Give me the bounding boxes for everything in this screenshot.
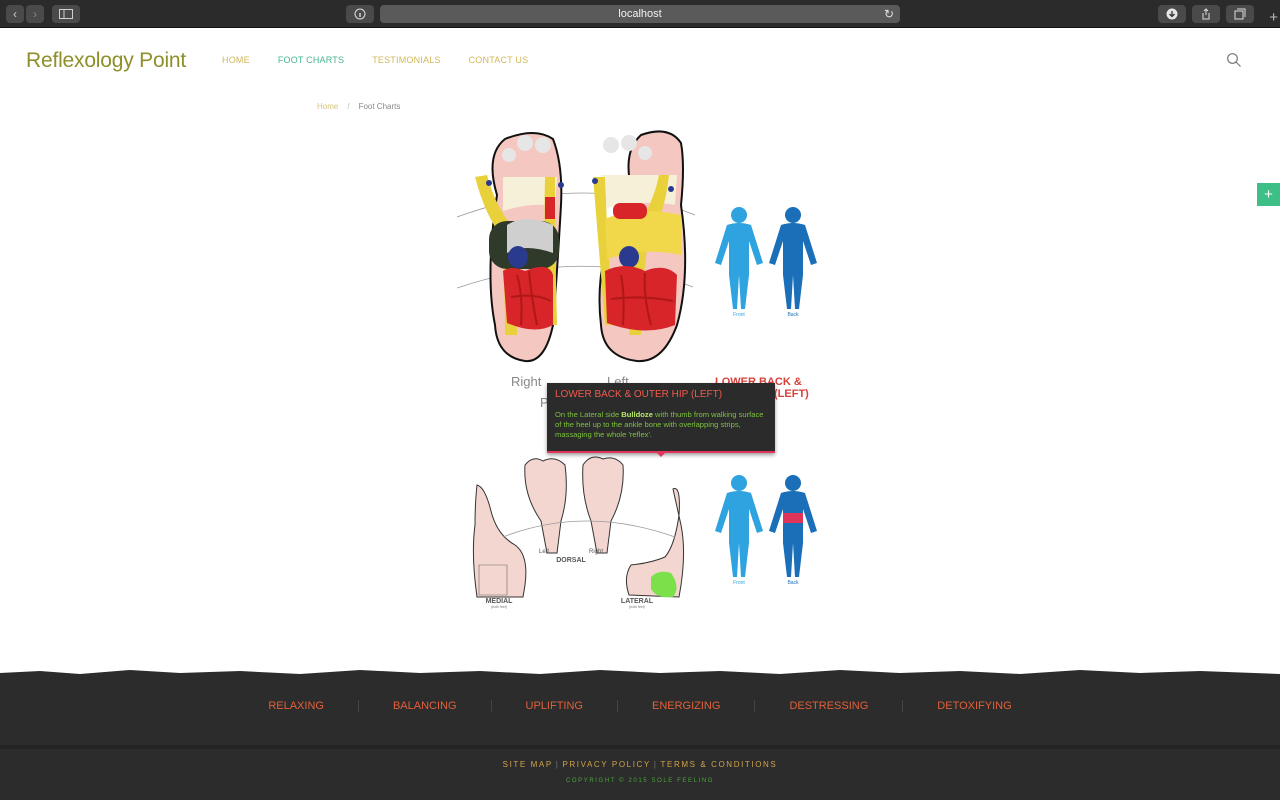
breadcrumb-separator: / xyxy=(347,102,350,111)
back-button[interactable]: ‹ xyxy=(6,5,24,23)
side-plus-button[interactable]: + xyxy=(1257,183,1280,206)
nav-foot-charts[interactable]: FOOT CHARTS xyxy=(278,55,344,65)
lower-back-highlight xyxy=(783,513,803,523)
tabs-button[interactable] xyxy=(1226,5,1254,23)
footer-cat-uplifting[interactable]: UPLIFTING xyxy=(492,700,618,712)
nav-contact-us[interactable]: CONTACT US xyxy=(469,55,529,65)
dorsal-label: DORSAL xyxy=(556,557,586,564)
footer-cat-detoxifying[interactable]: DETOXIFYING xyxy=(903,700,1045,712)
browser-toolbar: ‹ › localhost ↻ + xyxy=(0,0,1280,28)
medial-foot[interactable] xyxy=(472,484,527,598)
footer-cat-balancing[interactable]: BALANCING xyxy=(359,700,492,712)
search-icon[interactable] xyxy=(1226,52,1242,68)
footer-link-separator: | xyxy=(555,760,560,769)
breadcrumb-home[interactable]: Home xyxy=(317,102,338,111)
tooltip-arrow xyxy=(656,452,666,457)
address-text: localhost xyxy=(618,8,662,20)
foot-chart: Front Back Right Left P LOWER BACK & (LE… xyxy=(456,130,817,609)
share-button[interactable] xyxy=(1192,5,1220,23)
figure-front-label: Front xyxy=(733,580,745,586)
footer-link-site-map[interactable]: SITE MAP xyxy=(503,760,553,769)
sole-right-label: Right xyxy=(511,374,542,389)
body-figure-back-top xyxy=(769,207,817,309)
tabs-icon xyxy=(1234,8,1246,20)
nav-testimonials[interactable]: TESTIMONIALS xyxy=(372,55,440,65)
lateral-label: LATERAL xyxy=(621,598,654,605)
figure-back-label: Back xyxy=(787,580,799,586)
guide-arc xyxy=(502,520,676,538)
medial-sub-label: (both feet) xyxy=(491,605,507,609)
tooltip-body-start: On the Lateral side xyxy=(555,410,622,419)
tooltip-body: On the Lateral side Bulldoze with thumb … xyxy=(555,410,769,440)
breadcrumb-current: Foot Charts xyxy=(358,102,401,111)
footer-cat-energizing[interactable]: ENERGIZING xyxy=(618,700,756,712)
footer-cat-destressing[interactable]: DESTRESSING xyxy=(755,700,904,712)
lateral-foot[interactable] xyxy=(625,488,685,598)
left-sole[interactable] xyxy=(592,130,687,363)
new-tab-icon[interactable]: + xyxy=(1269,10,1278,25)
copyright: COPYRIGHT © 2015 SOLE FEELING xyxy=(565,778,715,784)
nav-home[interactable]: HOME xyxy=(222,55,250,65)
body-figure-back-bottom xyxy=(769,475,817,577)
main-nav: HOME FOOT CHARTS TESTIMONIALS CONTACT US xyxy=(222,55,556,65)
dorsal-right-label: Right xyxy=(589,549,603,555)
plus-icon: + xyxy=(1264,186,1273,203)
footer-link-privacy[interactable]: PRIVACY POLICY xyxy=(562,760,650,769)
sidebar-toggle-button[interactable] xyxy=(52,5,80,23)
sidebar-icon xyxy=(59,9,73,19)
dorsal-left-label: Left xyxy=(539,549,549,555)
breadcrumb: Home / Foot Charts xyxy=(317,102,400,111)
dorsal-right-foot[interactable] xyxy=(582,456,624,554)
dorsal-left-foot[interactable] xyxy=(524,458,567,554)
downloads-button[interactable] xyxy=(1158,5,1186,23)
footer-link-separator: | xyxy=(653,760,658,769)
lateral-sub-label: (both feet) xyxy=(629,605,645,609)
body-figure-front-bottom xyxy=(715,475,763,577)
address-bar[interactable]: localhost ↻ xyxy=(380,5,900,23)
figure-back-label: Back xyxy=(787,312,799,318)
footer-divider xyxy=(0,745,1280,749)
figure-front-label: Front xyxy=(733,312,745,318)
tooltip-title: LOWER BACK & OUTER HIP (LEFT) xyxy=(555,389,723,400)
body-figure-front-top xyxy=(715,207,763,309)
site-logo[interactable]: Reflexology Point xyxy=(26,49,186,73)
footer-links: SITE MAP | PRIVACY POLICY | TERMS & CONDITIO… xyxy=(0,760,1280,769)
info-icon xyxy=(354,8,366,20)
share-icon xyxy=(1202,8,1210,20)
reflex-tooltip: LOWER BACK & OUTER HIP (LEFT) On the Lat… xyxy=(547,383,775,457)
footer-categories: RELAXING BALANCING UPLIFTING ENERGIZING … xyxy=(0,700,1280,712)
area-title-line2: (LEFT) xyxy=(774,388,809,400)
reload-icon[interactable]: ↻ xyxy=(884,5,894,23)
reader-button[interactable] xyxy=(346,5,374,23)
forward-button[interactable]: › xyxy=(26,5,44,23)
footer-cat-relaxing[interactable]: RELAXING xyxy=(234,700,359,712)
footer-link-terms[interactable]: TERMS & CONDITIONS xyxy=(661,760,778,769)
right-sole[interactable] xyxy=(475,132,564,363)
tooltip-body-bold: Bulldoze xyxy=(621,410,653,419)
download-icon xyxy=(1166,8,1178,20)
medial-label: MEDIAL xyxy=(486,598,514,605)
